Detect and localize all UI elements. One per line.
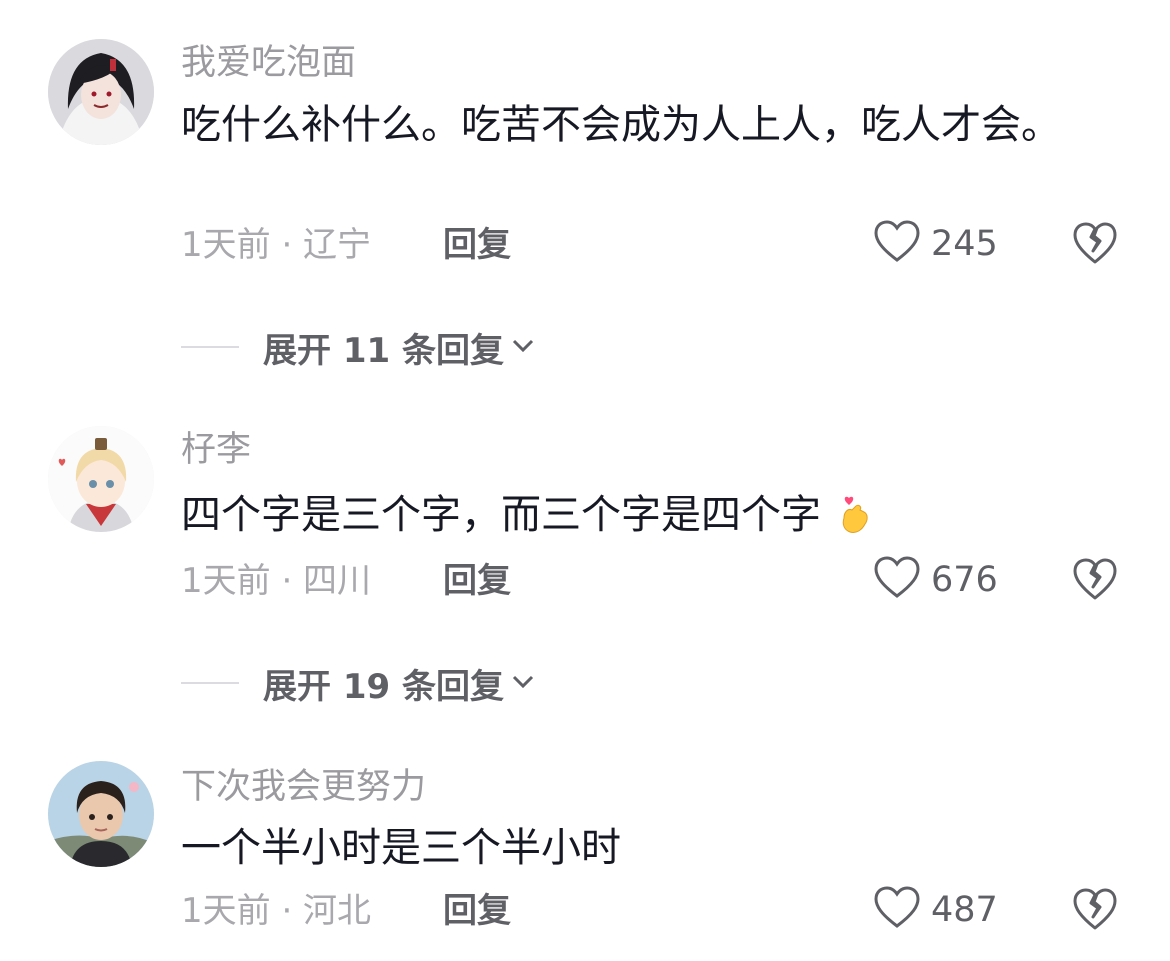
- expand-replies[interactable]: 展开 11 条回复: [181, 322, 538, 372]
- like-count: 676: [931, 560, 998, 600]
- heart-outline-icon: [873, 886, 921, 934]
- comment-item: 杍李 四个字是三个字，而三个字是四个字 1天前 · 四川 回复 676 展开 1…: [0, 400, 1170, 730]
- username[interactable]: 我爱吃泡面: [181, 41, 356, 85]
- dislike-button[interactable]: [1072, 222, 1118, 266]
- like-count: 487: [931, 890, 998, 930]
- dislike-button[interactable]: [1072, 558, 1118, 602]
- comment-text-body: 四个字是三个字，而三个字是四个字: [181, 492, 821, 538]
- comment-item: 我爱吃泡面 吃什么补什么。吃苦不会成为人上人，吃人才会。 1天前 · 辽宁 回复…: [0, 0, 1170, 400]
- chevron-down-icon: [504, 330, 538, 364]
- heart-outline-icon: [873, 556, 921, 604]
- divider: [181, 682, 239, 684]
- divider: [181, 346, 239, 348]
- expand-replies-label: 展开 11 条回复: [263, 330, 504, 371]
- finger-heart-emoji: [834, 492, 874, 536]
- expand-replies-label: 展开 19 条回复: [263, 666, 504, 707]
- time-location: 1天前 · 四川: [181, 561, 372, 601]
- broken-heart-icon: [1072, 222, 1118, 270]
- comment-item: 下次我会更努力 一个半小时是三个半小时 1天前 · 河北 回复 487: [0, 730, 1170, 961]
- like-count: 245: [931, 224, 998, 264]
- like-button[interactable]: 487: [873, 885, 998, 935]
- like-button[interactable]: 676: [873, 555, 998, 605]
- reply-button[interactable]: 回复: [443, 559, 511, 603]
- avatar[interactable]: [48, 761, 154, 867]
- avatar[interactable]: [48, 426, 154, 532]
- chevron-down-icon: [504, 666, 538, 700]
- comment-text: 一个半小时是三个半小时: [181, 825, 621, 871]
- reply-button[interactable]: 回复: [443, 889, 511, 933]
- heart-outline-icon: [873, 220, 921, 268]
- avatar[interactable]: [48, 39, 154, 145]
- time-location: 1天前 · 辽宁: [181, 225, 372, 265]
- like-button[interactable]: 245: [873, 219, 998, 269]
- broken-heart-icon: [1072, 558, 1118, 606]
- time-location: 1天前 · 河北: [181, 891, 372, 931]
- comment-text: 四个字是三个字，而三个字是四个字: [181, 487, 1101, 544]
- comment-text: 吃什么补什么。吃苦不会成为人上人，吃人才会。: [181, 102, 1061, 148]
- expand-replies[interactable]: 展开 19 条回复: [181, 658, 538, 708]
- username[interactable]: 杍李: [181, 428, 251, 472]
- reply-button[interactable]: 回复: [443, 223, 511, 267]
- dislike-button[interactable]: [1072, 888, 1118, 932]
- broken-heart-icon: [1072, 888, 1118, 936]
- username[interactable]: 下次我会更努力: [181, 765, 426, 809]
